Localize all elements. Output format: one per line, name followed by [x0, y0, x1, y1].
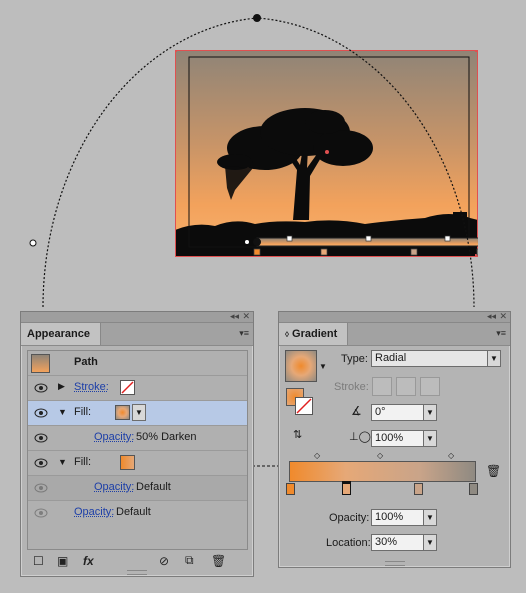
path-thumbnail: [31, 354, 50, 373]
type-value: Radial: [375, 352, 407, 364]
fill-label: Fill:: [74, 456, 92, 468]
clear-appearance-icon[interactable]: ⊘: [159, 554, 169, 568]
collapse-arrow-icon[interactable]: ▼: [58, 457, 67, 467]
stroke-label[interactable]: Stroke:: [74, 381, 109, 393]
opacity-row[interactable]: Opacity: 50% Darken: [28, 426, 247, 451]
midpoint-diamond[interactable]: ◇: [377, 451, 383, 460]
opacity-row[interactable]: Opacity: Default: [28, 476, 247, 501]
gradient-panel: ◂◂ ✕ ◊ Gradient ▾≡ ▼ Type: Radial ▼ Strok…: [278, 311, 511, 568]
angle-dropdown-icon[interactable]: ▼: [423, 404, 437, 421]
aspect-dropdown-icon[interactable]: ▼: [423, 430, 437, 447]
midpoint-diamond[interactable]: ◇: [448, 451, 454, 460]
opacity-value: Default: [136, 481, 171, 493]
collapse-icon[interactable]: ◂◂: [487, 310, 496, 322]
color-stop[interactable]: [414, 483, 423, 495]
tab-icon: ◊: [285, 330, 289, 339]
opacity-field[interactable]: 100%: [371, 509, 431, 526]
fill-label: Fill:: [74, 406, 92, 418]
eye-icon[interactable]: [34, 433, 48, 443]
panel-menu-icon[interactable]: ▾≡: [496, 327, 506, 339]
trash-icon[interactable]: 🗑: [211, 554, 226, 568]
stroke-within-icon: [372, 377, 392, 396]
resize-grip[interactable]: [127, 570, 147, 575]
stroke-across-icon: [420, 377, 440, 396]
fill-swatch-linear[interactable]: [120, 455, 135, 470]
close-icon[interactable]: ✕: [499, 310, 507, 322]
opacity-value: 50% Darken: [136, 431, 197, 443]
gradient-preview-swatch[interactable]: [285, 350, 317, 382]
preview-dropdown-icon[interactable]: ▼: [319, 362, 327, 371]
tab-gradient-label: Gradient: [292, 328, 338, 340]
location-dropdown-icon[interactable]: ▼: [423, 534, 437, 551]
tab-gradient[interactable]: ◊ Gradient: [279, 323, 349, 345]
eye-icon[interactable]: [34, 483, 48, 493]
eye-icon[interactable]: [34, 408, 48, 418]
opacity-value: 100%: [375, 511, 404, 523]
collapse-arrow-icon[interactable]: ▼: [58, 407, 67, 417]
opacity-value: Default: [116, 506, 151, 518]
type-select[interactable]: Radial: [371, 350, 501, 367]
resize-grip[interactable]: [384, 561, 405, 566]
gradient-slider-bar[interactable]: [289, 461, 476, 482]
fx-effects-button[interactable]: fx: [83, 554, 94, 568]
fill-row-selected[interactable]: ▼ Fill: ▼: [28, 401, 247, 426]
angle-field[interactable]: 0°: [371, 404, 431, 421]
color-stop-selected[interactable]: [342, 483, 351, 495]
angle-value: 0°: [375, 406, 386, 418]
duplicate-item-icon[interactable]: ⧉: [185, 553, 194, 568]
object-opacity-row[interactable]: Opacity: Default: [28, 501, 247, 525]
type-label: Type:: [341, 353, 368, 365]
location-value: 30%: [375, 536, 398, 548]
type-dropdown-icon[interactable]: ▼: [487, 350, 501, 367]
trash-icon[interactable]: 🗑: [486, 464, 501, 478]
eye-icon[interactable]: [34, 458, 48, 468]
artwork-canvas[interactable]: [175, 50, 478, 257]
angle-icon: ∡: [351, 404, 362, 418]
fill-dropdown[interactable]: ▼: [132, 404, 146, 421]
aspect-ratio-icon: ⊥◯: [349, 431, 371, 443]
stroke-label: Stroke:: [334, 381, 369, 393]
collapse-icon[interactable]: ◂◂: [230, 310, 239, 322]
opacity-link[interactable]: Opacity:: [74, 506, 114, 518]
reverse-gradient-icon[interactable]: ⇅: [293, 428, 302, 441]
fill-stroke-toggle[interactable]: [286, 388, 313, 415]
color-stop[interactable]: [286, 483, 295, 495]
opacity-link[interactable]: Opacity:: [94, 431, 134, 443]
expand-arrow-icon[interactable]: ▶: [58, 381, 65, 392]
stroke-swatch[interactable]: [120, 380, 135, 395]
tab-appearance[interactable]: Appearance: [21, 323, 101, 345]
color-stop[interactable]: [469, 483, 478, 495]
aspect-ratio-field[interactable]: 100%: [371, 430, 431, 447]
opacity-link[interactable]: Opacity:: [94, 481, 134, 493]
stroke-row[interactable]: ▶ Stroke:: [28, 376, 247, 401]
midpoint-diamond[interactable]: ◇: [314, 451, 320, 460]
panel-menu-icon[interactable]: ▾≡: [239, 327, 249, 339]
location-label: Location:: [326, 537, 371, 549]
opacity-label: Opacity:: [329, 512, 370, 524]
add-stroke-icon[interactable]: ☐: [33, 554, 44, 568]
fill-row[interactable]: ▼ Fill:: [28, 451, 247, 476]
aspect-value: 100%: [375, 432, 404, 444]
close-icon[interactable]: ✕: [242, 310, 250, 322]
stroke-along-icon: [396, 377, 416, 396]
path-label: Path: [74, 356, 98, 368]
opacity-dropdown-icon[interactable]: ▼: [423, 509, 437, 526]
eye-icon[interactable]: [34, 508, 48, 518]
location-field[interactable]: 30%: [371, 534, 431, 551]
appearance-panel: ◂◂ ✕ Appearance ▾≡ Path ▶ Stroke: ▼ Fill:…: [20, 311, 254, 577]
eye-icon[interactable]: [34, 383, 48, 393]
add-fill-icon[interactable]: ▣: [57, 554, 68, 568]
fill-swatch-radial[interactable]: [115, 405, 130, 420]
